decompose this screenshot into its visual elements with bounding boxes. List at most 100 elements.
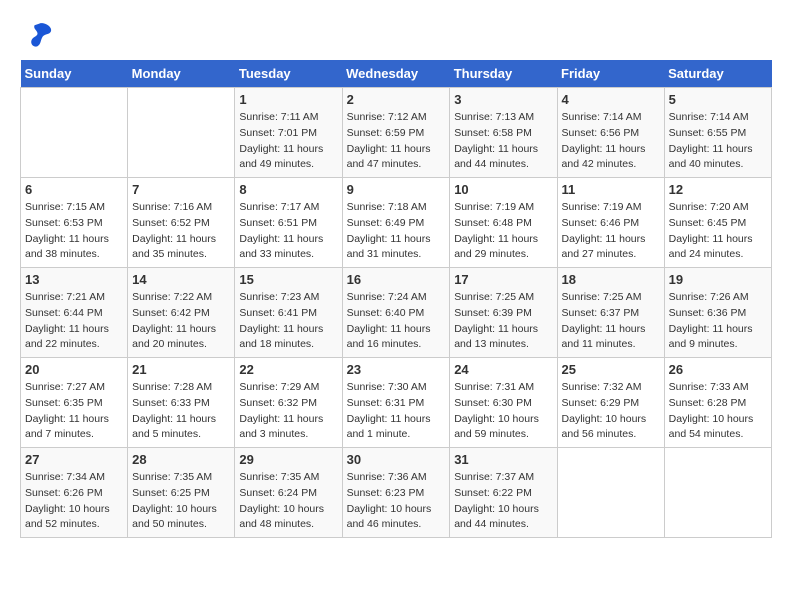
- page-header: [20, 20, 772, 50]
- day-number: 14: [132, 272, 230, 287]
- day-info: Sunrise: 7:14 AM Sunset: 6:56 PM Dayligh…: [562, 110, 660, 173]
- calendar-cell: 3Sunrise: 7:13 AM Sunset: 6:58 PM Daylig…: [450, 88, 557, 178]
- day-info: Sunrise: 7:23 AM Sunset: 6:41 PM Dayligh…: [239, 290, 337, 353]
- day-header-friday: Friday: [557, 60, 664, 88]
- day-number: 10: [454, 182, 552, 197]
- calendar-week-1: 1 Sunrise: 7:11 AM Sunset: 7:01 PM Daylig…: [21, 88, 772, 178]
- calendar-cell: 17 Sunrise: 7:25 AM Sunset: 6:39 PM Dayli…: [450, 268, 557, 358]
- day-number: 4: [562, 92, 660, 107]
- calendar-cell: 28 Sunrise: 7:35 AM Sunset: 6:25 PM Dayli…: [128, 448, 235, 538]
- calendar-cell: 31 Sunrise: 7:37 AM Sunset: 6:22 PM Dayli…: [450, 448, 557, 538]
- day-info: Sunrise: 7:17 AM Sunset: 6:51 PM Dayligh…: [239, 200, 337, 263]
- day-number: 20: [25, 362, 123, 377]
- day-info: Sunrise: 7:28 AM Sunset: 6:33 PM Dayligh…: [132, 380, 230, 443]
- calendar-cell: 19Sunrise: 7:26 AM Sunset: 6:36 PM Dayli…: [664, 268, 771, 358]
- calendar-week-3: 13 Sunrise: 7:21 AM Sunset: 6:44 PM Dayli…: [21, 268, 772, 358]
- calendar-cell: [128, 88, 235, 178]
- calendar-cell: 12 Sunrise: 7:20 AM Sunset: 6:45 PM Dayli…: [664, 178, 771, 268]
- day-info: Sunrise: 7:22 AM Sunset: 6:42 PM Dayligh…: [132, 290, 230, 353]
- day-info: Sunrise: 7:29 AM Sunset: 6:32 PM Dayligh…: [239, 380, 337, 443]
- day-header-monday: Monday: [128, 60, 235, 88]
- calendar-cell: 30Sunrise: 7:36 AM Sunset: 6:23 PM Dayli…: [342, 448, 450, 538]
- calendar-cell: 15Sunrise: 7:23 AM Sunset: 6:41 PM Dayli…: [235, 268, 342, 358]
- day-number: 11: [562, 182, 660, 197]
- day-number: 8: [239, 182, 337, 197]
- day-info: Sunrise: 7:20 AM Sunset: 6:45 PM Dayligh…: [669, 200, 767, 263]
- calendar-cell: 2 Sunrise: 7:12 AM Sunset: 6:59 PM Daylig…: [342, 88, 450, 178]
- day-info: Sunrise: 7:11 AM Sunset: 7:01 PM Dayligh…: [239, 110, 337, 173]
- day-number: 9: [347, 182, 446, 197]
- calendar-cell: 5Sunrise: 7:14 AM Sunset: 6:55 PM Daylig…: [664, 88, 771, 178]
- day-info: Sunrise: 7:25 AM Sunset: 6:39 PM Dayligh…: [454, 290, 552, 353]
- day-number: 13: [25, 272, 123, 287]
- calendar-cell: 13 Sunrise: 7:21 AM Sunset: 6:44 PM Dayli…: [21, 268, 128, 358]
- calendar-cell: [21, 88, 128, 178]
- day-info: Sunrise: 7:25 AM Sunset: 6:37 PM Dayligh…: [562, 290, 660, 353]
- day-number: 17: [454, 272, 552, 287]
- calendar-cell: 14 Sunrise: 7:22 AM Sunset: 6:42 PM Dayli…: [128, 268, 235, 358]
- calendar-cell: 18 Sunrise: 7:25 AM Sunset: 6:37 PM Dayli…: [557, 268, 664, 358]
- calendar-header: SundayMondayTuesdayWednesdayThursdayFrid…: [21, 60, 772, 88]
- day-number: 19: [669, 272, 767, 287]
- day-number: 26: [669, 362, 767, 377]
- day-info: Sunrise: 7:21 AM Sunset: 6:44 PM Dayligh…: [25, 290, 123, 353]
- calendar-cell: 1 Sunrise: 7:11 AM Sunset: 7:01 PM Daylig…: [235, 88, 342, 178]
- calendar-cell: 29Sunrise: 7:35 AM Sunset: 6:24 PM Dayli…: [235, 448, 342, 538]
- day-number: 22: [239, 362, 337, 377]
- day-number: 16: [347, 272, 446, 287]
- calendar-week-5: 27Sunrise: 7:34 AM Sunset: 6:26 PM Dayli…: [21, 448, 772, 538]
- calendar-cell: 20 Sunrise: 7:27 AM Sunset: 6:35 PM Dayli…: [21, 358, 128, 448]
- day-number: 24: [454, 362, 552, 377]
- day-number: 25: [562, 362, 660, 377]
- day-number: 29: [239, 452, 337, 467]
- day-info: Sunrise: 7:27 AM Sunset: 6:35 PM Dayligh…: [25, 380, 123, 443]
- calendar-cell: 6Sunrise: 7:15 AM Sunset: 6:53 PM Daylig…: [21, 178, 128, 268]
- calendar-table: SundayMondayTuesdayWednesdayThursdayFrid…: [20, 60, 772, 538]
- calendar-cell: 4 Sunrise: 7:14 AM Sunset: 6:56 PM Daylig…: [557, 88, 664, 178]
- day-info: Sunrise: 7:16 AM Sunset: 6:52 PM Dayligh…: [132, 200, 230, 263]
- day-number: 23: [347, 362, 446, 377]
- calendar-cell: 24 Sunrise: 7:31 AM Sunset: 6:30 PM Dayli…: [450, 358, 557, 448]
- day-info: Sunrise: 7:24 AM Sunset: 6:40 PM Dayligh…: [347, 290, 446, 353]
- day-info: Sunrise: 7:31 AM Sunset: 6:30 PM Dayligh…: [454, 380, 552, 443]
- day-info: Sunrise: 7:14 AM Sunset: 6:55 PM Dayligh…: [669, 110, 767, 173]
- day-number: 2: [347, 92, 446, 107]
- calendar-cell: 25 Sunrise: 7:32 AM Sunset: 6:29 PM Dayli…: [557, 358, 664, 448]
- day-info: Sunrise: 7:13 AM Sunset: 6:58 PM Dayligh…: [454, 110, 552, 173]
- day-info: Sunrise: 7:36 AM Sunset: 6:23 PM Dayligh…: [347, 470, 446, 533]
- calendar-cell: 16 Sunrise: 7:24 AM Sunset: 6:40 PM Dayli…: [342, 268, 450, 358]
- day-number: 12: [669, 182, 767, 197]
- calendar-cell: 26 Sunrise: 7:33 AM Sunset: 6:28 PM Dayli…: [664, 358, 771, 448]
- day-info: Sunrise: 7:12 AM Sunset: 6:59 PM Dayligh…: [347, 110, 446, 173]
- day-info: Sunrise: 7:37 AM Sunset: 6:22 PM Dayligh…: [454, 470, 552, 533]
- calendar-cell: 23 Sunrise: 7:30 AM Sunset: 6:31 PM Dayli…: [342, 358, 450, 448]
- day-number: 31: [454, 452, 552, 467]
- day-info: Sunrise: 7:32 AM Sunset: 6:29 PM Dayligh…: [562, 380, 660, 443]
- calendar-cell: 8 Sunrise: 7:17 AM Sunset: 6:51 PM Daylig…: [235, 178, 342, 268]
- day-info: Sunrise: 7:34 AM Sunset: 6:26 PM Dayligh…: [25, 470, 123, 533]
- day-number: 18: [562, 272, 660, 287]
- calendar-cell: 9 Sunrise: 7:18 AM Sunset: 6:49 PM Daylig…: [342, 178, 450, 268]
- day-number: 28: [132, 452, 230, 467]
- calendar-cell: 10 Sunrise: 7:19 AM Sunset: 6:48 PM Dayli…: [450, 178, 557, 268]
- calendar-cell: 7 Sunrise: 7:16 AM Sunset: 6:52 PM Daylig…: [128, 178, 235, 268]
- logo: [20, 20, 54, 50]
- day-info: Sunrise: 7:30 AM Sunset: 6:31 PM Dayligh…: [347, 380, 446, 443]
- day-info: Sunrise: 7:19 AM Sunset: 6:48 PM Dayligh…: [454, 200, 552, 263]
- day-header-thursday: Thursday: [450, 60, 557, 88]
- day-info: Sunrise: 7:15 AM Sunset: 6:53 PM Dayligh…: [25, 200, 123, 263]
- logo-bird-icon: [24, 20, 54, 50]
- calendar-cell: 27Sunrise: 7:34 AM Sunset: 6:26 PM Dayli…: [21, 448, 128, 538]
- day-info: Sunrise: 7:35 AM Sunset: 6:25 PM Dayligh…: [132, 470, 230, 533]
- day-number: 7: [132, 182, 230, 197]
- calendar-cell: 22 Sunrise: 7:29 AM Sunset: 6:32 PM Dayli…: [235, 358, 342, 448]
- calendar-cell: 21Sunrise: 7:28 AM Sunset: 6:33 PM Dayli…: [128, 358, 235, 448]
- calendar-cell: [557, 448, 664, 538]
- calendar-week-2: 6Sunrise: 7:15 AM Sunset: 6:53 PM Daylig…: [21, 178, 772, 268]
- calendar-cell: 11Sunrise: 7:19 AM Sunset: 6:46 PM Dayli…: [557, 178, 664, 268]
- day-info: Sunrise: 7:18 AM Sunset: 6:49 PM Dayligh…: [347, 200, 446, 263]
- day-number: 1: [239, 92, 337, 107]
- calendar-week-4: 20 Sunrise: 7:27 AM Sunset: 6:35 PM Dayli…: [21, 358, 772, 448]
- day-header-tuesday: Tuesday: [235, 60, 342, 88]
- day-info: Sunrise: 7:33 AM Sunset: 6:28 PM Dayligh…: [669, 380, 767, 443]
